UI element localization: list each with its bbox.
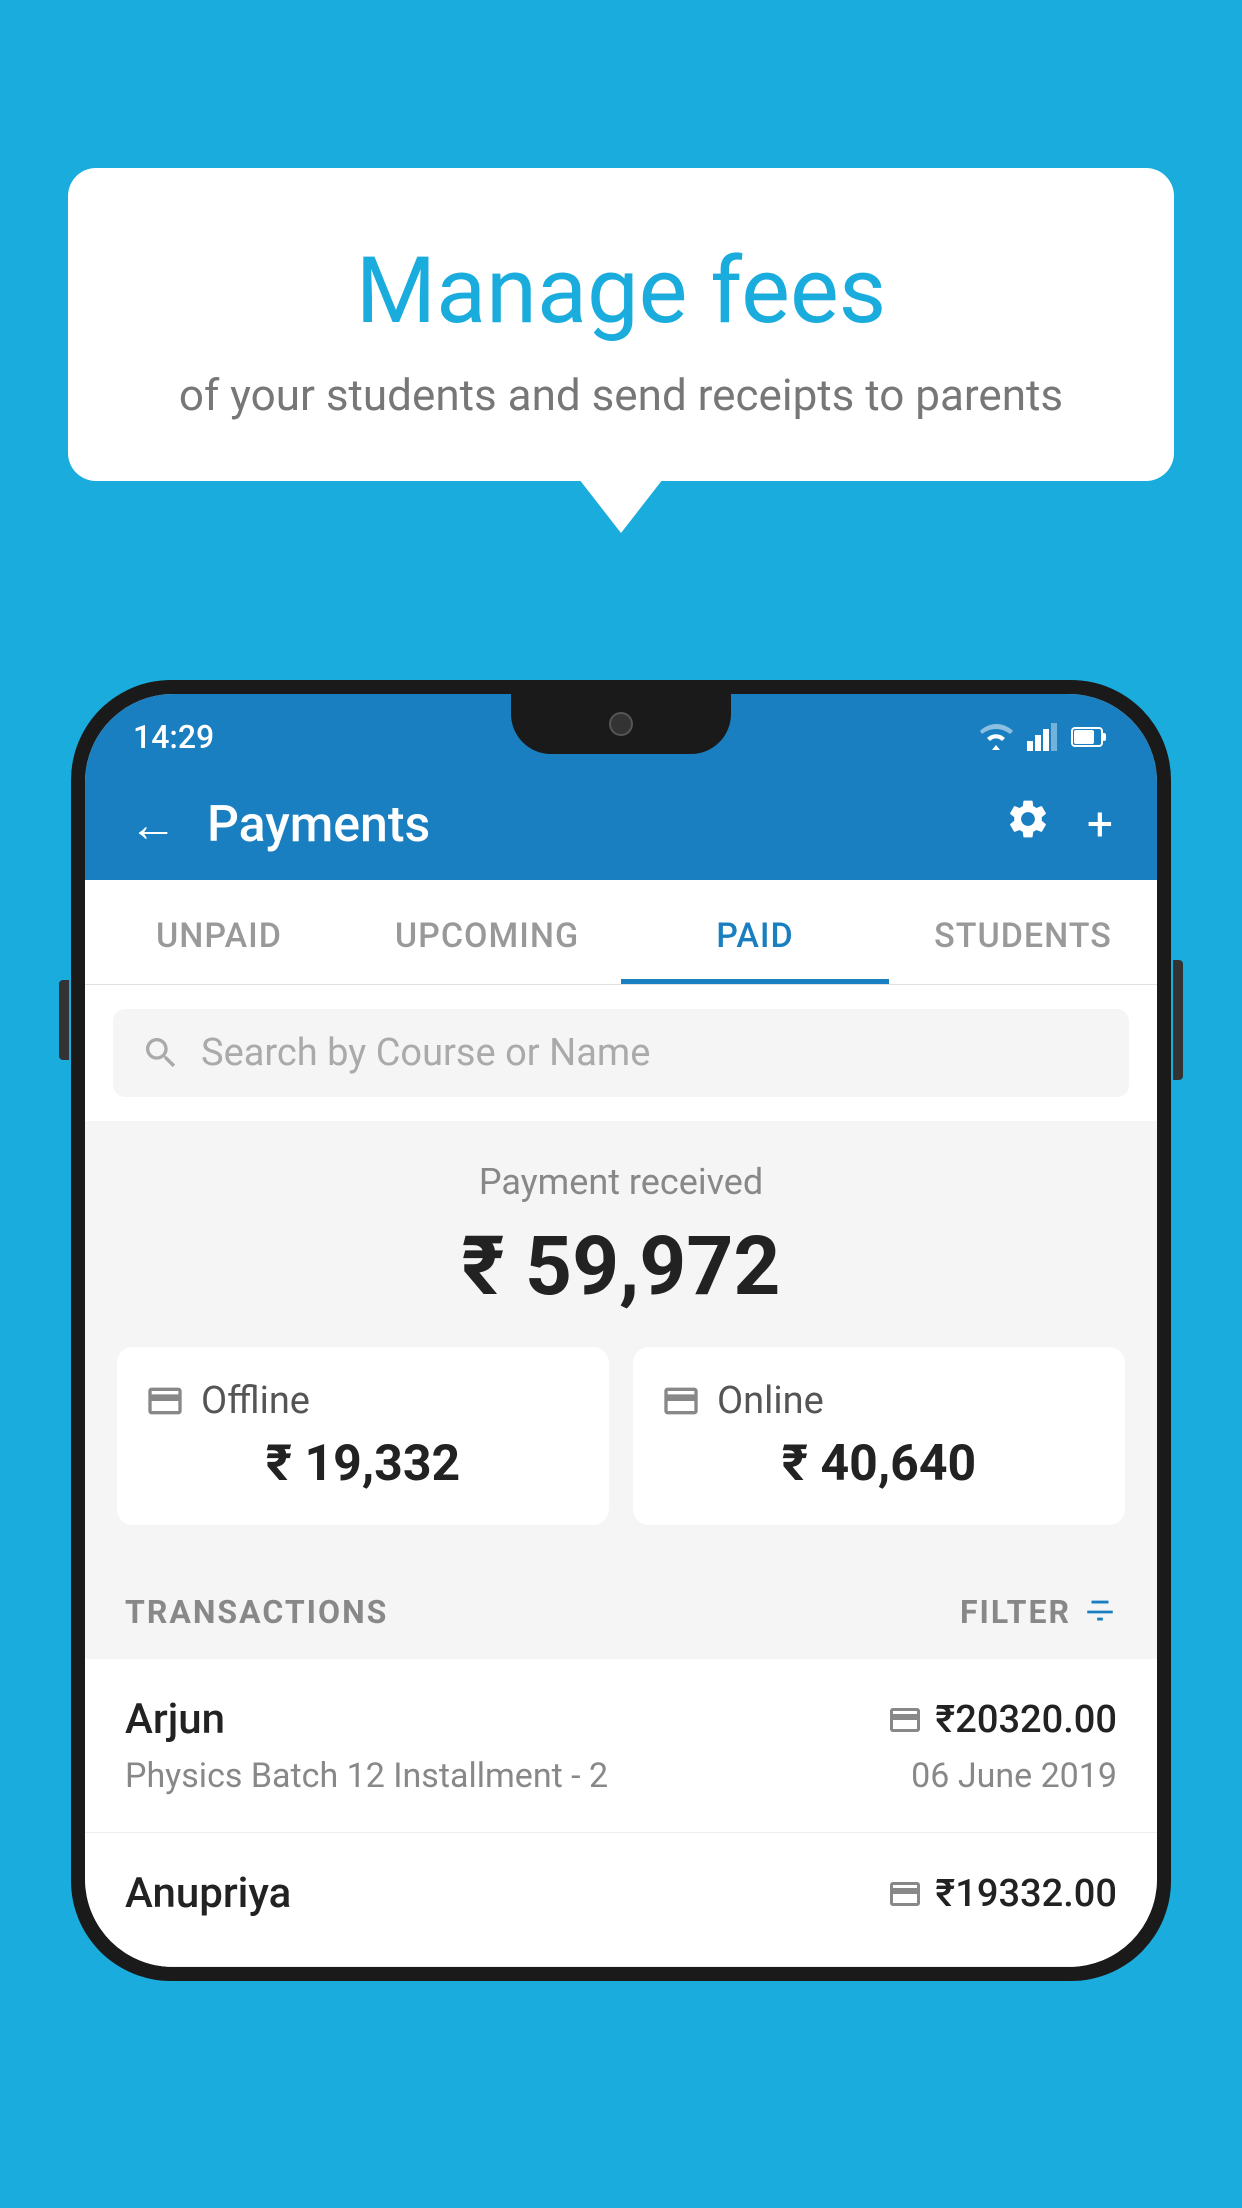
phone-frame: 14:29 xyxy=(71,680,1171,1981)
phone-frame-wrapper: 14:29 xyxy=(71,680,1171,1981)
offline-label: Offline xyxy=(201,1379,310,1423)
cash-payment-icon xyxy=(887,1876,923,1912)
online-icon xyxy=(661,1381,701,1421)
offline-payment-card: Offline ₹ 19,332 xyxy=(117,1347,609,1525)
speech-bubble-subtitle: of your students and send receipts to pa… xyxy=(128,369,1114,421)
offline-card-header: Offline xyxy=(145,1379,581,1423)
online-amount: ₹ 40,640 xyxy=(661,1435,1097,1493)
back-button[interactable]: ← xyxy=(129,801,177,849)
status-time: 14:29 xyxy=(133,718,214,756)
header-actions: + xyxy=(1005,796,1113,854)
transaction-amount: ₹20320.00 xyxy=(935,1698,1117,1742)
add-button[interactable]: + xyxy=(1087,798,1113,852)
page-title: Payments xyxy=(207,796,975,854)
settings-button[interactable] xyxy=(1005,796,1051,854)
tab-students[interactable]: STUDENTS xyxy=(889,880,1157,984)
transaction-amount-container: ₹20320.00 xyxy=(887,1698,1117,1742)
offline-icon xyxy=(145,1381,185,1421)
phone-notch xyxy=(511,694,731,754)
transaction-top: Arjun ₹20320.00 xyxy=(125,1695,1117,1744)
transaction-bottom: Physics Batch 12 Installment - 2 06 June… xyxy=(125,1756,1117,1796)
phone-screen: 14:29 xyxy=(85,694,1157,1967)
transaction-name: Anupriya xyxy=(125,1869,291,1918)
online-card-header: Online xyxy=(661,1379,1097,1423)
card-payment-icon xyxy=(887,1702,923,1738)
offline-amount: ₹ 19,332 xyxy=(145,1435,581,1493)
filter-button[interactable]: FILTER xyxy=(960,1593,1117,1631)
transaction-amount-container: ₹19332.00 xyxy=(887,1872,1117,1916)
tab-upcoming[interactable]: UPCOMING xyxy=(353,880,621,984)
transaction-date: 06 June 2019 xyxy=(911,1756,1117,1796)
camera xyxy=(609,712,633,736)
transaction-amount: ₹19332.00 xyxy=(935,1872,1117,1916)
tab-paid[interactable]: PAID xyxy=(621,880,889,984)
filter-label: FILTER xyxy=(960,1593,1071,1631)
search-container: Search by Course or Name xyxy=(85,985,1157,1121)
payment-summary: Payment received ₹ 59,972 Offline ₹ 19,3… xyxy=(85,1121,1157,1565)
payment-total-amount: ₹ 59,972 xyxy=(113,1219,1129,1315)
online-label: Online xyxy=(717,1379,824,1423)
online-payment-card: Online ₹ 40,640 xyxy=(633,1347,1125,1525)
speech-bubble: Manage fees of your students and send re… xyxy=(68,168,1174,481)
search-placeholder: Search by Course or Name xyxy=(201,1031,650,1075)
payment-received-label: Payment received xyxy=(113,1161,1129,1203)
power-button xyxy=(1173,960,1183,1080)
transactions-label: TRANSACTIONS xyxy=(125,1593,388,1631)
battery-icon xyxy=(1071,726,1109,748)
table-row[interactable]: Arjun ₹20320.00 Physics Batch 12 Install… xyxy=(85,1659,1157,1833)
tab-unpaid[interactable]: UNPAID xyxy=(85,880,353,984)
signal-icon xyxy=(1027,723,1059,751)
volume-button xyxy=(59,980,69,1060)
tabs-bar: UNPAID UPCOMING PAID STUDENTS xyxy=(85,880,1157,985)
speech-bubble-title: Manage fees xyxy=(128,238,1114,345)
status-icons xyxy=(977,723,1109,751)
search-icon xyxy=(141,1033,181,1073)
app-header: ← Payments + xyxy=(85,770,1157,880)
table-row[interactable]: Anupriya ₹19332.00 xyxy=(85,1833,1157,1967)
transaction-name: Arjun xyxy=(125,1695,225,1744)
filter-icon xyxy=(1083,1595,1117,1629)
payment-cards: Offline ₹ 19,332 Online ₹ 40,640 xyxy=(113,1347,1129,1533)
search-box[interactable]: Search by Course or Name xyxy=(113,1009,1129,1097)
transaction-description: Physics Batch 12 Installment - 2 xyxy=(125,1756,608,1796)
transaction-top: Anupriya ₹19332.00 xyxy=(125,1869,1117,1918)
wifi-icon xyxy=(977,723,1015,751)
transactions-header: TRANSACTIONS FILTER xyxy=(85,1565,1157,1659)
